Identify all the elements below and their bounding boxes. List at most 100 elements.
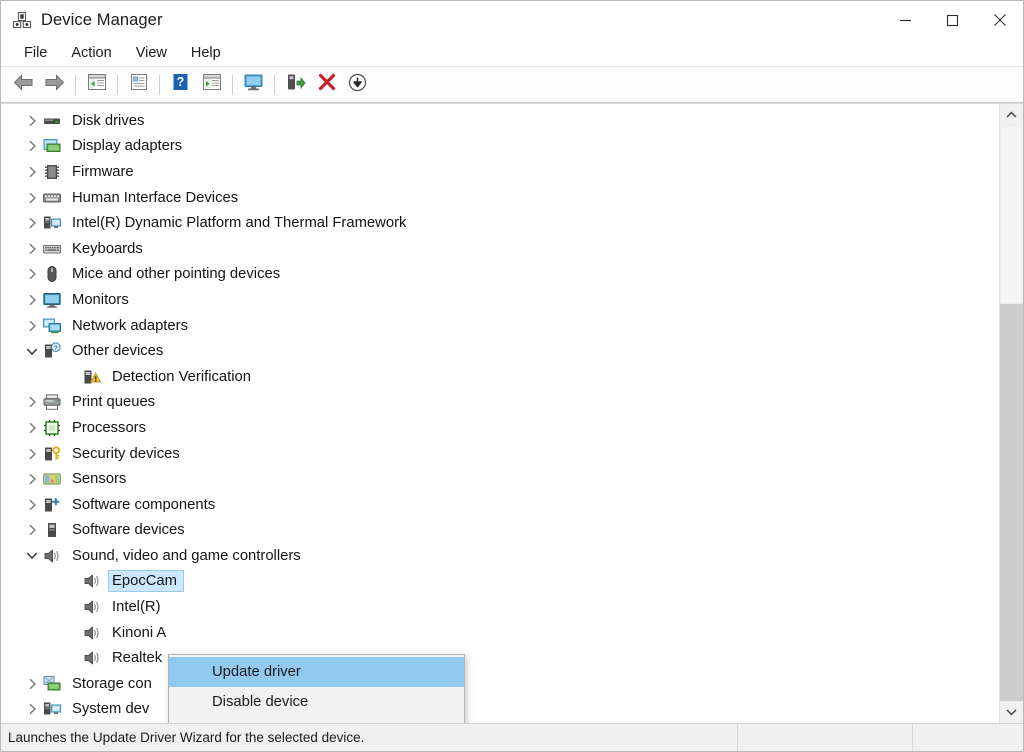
status-panel-tertiary xyxy=(913,724,1023,751)
tree-item[interactable]: Mice and other pointing devices xyxy=(1,262,999,288)
tree-item[interactable]: Sound, video and game controllers xyxy=(1,543,999,569)
vertical-scrollbar[interactable] xyxy=(999,104,1023,723)
chevron-right-icon[interactable] xyxy=(21,678,43,690)
storage-controller-icon xyxy=(43,675,65,693)
chevron-right-icon[interactable] xyxy=(21,115,43,127)
toolbar-separator xyxy=(75,74,76,95)
scan-for-hardware-changes-button[interactable] xyxy=(239,71,268,99)
tree-item[interactable]: Human Interface Devices xyxy=(1,185,999,211)
tree-item[interactable]: Sensors xyxy=(1,466,999,492)
chevron-right-icon[interactable] xyxy=(21,166,43,178)
tree-item[interactable]: Realtek xyxy=(1,645,999,671)
chevron-right-icon[interactable] xyxy=(21,524,43,536)
red-x-icon xyxy=(318,73,336,96)
properties-page-icon xyxy=(129,73,149,96)
tree-item[interactable]: Intel(R) Dynamic Platform and Thermal Fr… xyxy=(1,210,999,236)
forward-arrow-icon xyxy=(44,73,65,96)
tree-item[interactable]: Display adapters xyxy=(1,134,999,160)
context-menu-item[interactable]: Uninstall device xyxy=(169,717,464,723)
status-message: Launches the Update Driver Wizard for th… xyxy=(1,724,738,751)
scrollbar-thumb[interactable] xyxy=(1000,126,1023,304)
context-menu-item[interactable]: Disable device xyxy=(169,687,464,717)
toolbar-separator xyxy=(274,74,275,95)
device-manager-window: Device Manager File Action View Help ? D… xyxy=(0,0,1024,752)
uninstall-device-button[interactable] xyxy=(312,71,341,99)
chevron-right-icon[interactable] xyxy=(21,473,43,485)
back-arrow-icon xyxy=(13,73,34,96)
svg-text:?: ? xyxy=(177,75,185,89)
tree-item[interactable]: Intel(R) xyxy=(1,594,999,620)
warning-device-icon xyxy=(83,368,105,386)
chevron-down-icon[interactable] xyxy=(21,347,43,356)
tree-item[interactable]: Network adapters xyxy=(1,313,999,339)
context-menu[interactable]: Update driverDisable deviceUninstall dev… xyxy=(168,654,465,723)
title-bar-left: Device Manager xyxy=(1,10,163,30)
scroll-up-button[interactable] xyxy=(1000,104,1023,126)
chevron-right-icon[interactable] xyxy=(21,448,43,460)
chevron-right-icon[interactable] xyxy=(21,140,43,152)
tree-item[interactable]: Firmware xyxy=(1,159,999,185)
menu-action[interactable]: Action xyxy=(60,42,122,64)
tree-item[interactable]: Print queues xyxy=(1,390,999,416)
back-button[interactable] xyxy=(9,71,38,99)
tree-item[interactable]: Software devices xyxy=(1,518,999,544)
chevron-right-icon[interactable] xyxy=(21,294,43,306)
tree-item[interactable]: EpocCam xyxy=(1,569,999,595)
forward-button[interactable] xyxy=(40,71,69,99)
system-device-icon xyxy=(43,214,65,232)
tree-item-label: Detection Verification xyxy=(112,368,252,385)
menu-help[interactable]: Help xyxy=(180,42,232,64)
disk-drive-icon xyxy=(43,112,65,130)
chevron-right-icon[interactable] xyxy=(21,217,43,229)
show-hide-console-tree-button[interactable] xyxy=(82,71,111,99)
tree-item[interactable]: Detection Verification xyxy=(1,364,999,390)
maximize-button[interactable] xyxy=(929,1,976,39)
show-hide-action-pane-button[interactable] xyxy=(197,71,226,99)
scan-monitor-icon xyxy=(243,73,265,97)
scroll-down-button[interactable] xyxy=(1000,701,1023,723)
device-tree[interactable]: Disk drives Display adapters Firmware Human… xyxy=(1,104,999,723)
scrollbar-track[interactable] xyxy=(1000,126,1023,701)
context-menu-item[interactable]: Update driver xyxy=(169,657,464,687)
chevron-right-icon[interactable] xyxy=(21,243,43,255)
disable-device-button[interactable] xyxy=(343,71,372,99)
hid-icon xyxy=(43,189,65,207)
chevron-right-icon[interactable] xyxy=(21,268,43,280)
help-button[interactable]: ? xyxy=(166,71,195,99)
tree-item-label: Storage con xyxy=(72,675,152,692)
chevron-right-icon[interactable] xyxy=(21,320,43,332)
chevron-down-icon[interactable] xyxy=(21,551,43,560)
chevron-right-icon[interactable] xyxy=(21,499,43,511)
tree-item[interactable]: Disk drives xyxy=(1,108,999,134)
chevron-right-icon[interactable] xyxy=(21,192,43,204)
console-tree-icon xyxy=(87,73,107,96)
tree-item[interactable]: System dev xyxy=(1,697,999,723)
tree-item[interactable]: Kinoni A xyxy=(1,620,999,646)
tree-item-label: Software devices xyxy=(72,522,185,539)
menu-view[interactable]: View xyxy=(125,42,178,64)
tree-item[interactable]: Software components xyxy=(1,492,999,518)
menu-bar: File Action View Help xyxy=(1,39,1023,67)
properties-button[interactable] xyxy=(124,71,153,99)
tree-item[interactable]: Processors xyxy=(1,415,999,441)
tree-item-label: Sensors xyxy=(72,471,127,488)
tree-item[interactable]: Security devices xyxy=(1,441,999,467)
update-driver-button[interactable] xyxy=(281,71,310,99)
tree-item-label: Monitors xyxy=(72,291,129,308)
tree-item[interactable]: Storage con xyxy=(1,671,999,697)
tree-item[interactable]: Monitors xyxy=(1,287,999,313)
printer-icon xyxy=(43,393,65,411)
minimize-button[interactable] xyxy=(882,1,929,39)
tree-item[interactable]: ? Other devices xyxy=(1,338,999,364)
menu-file[interactable]: File xyxy=(13,42,58,64)
title-bar: Device Manager xyxy=(1,1,1023,39)
toolbar-separator xyxy=(159,74,160,95)
tree-item[interactable]: Keyboards xyxy=(1,236,999,262)
chevron-right-icon[interactable] xyxy=(21,396,43,408)
chevron-right-icon[interactable] xyxy=(21,703,43,715)
chevron-right-icon[interactable] xyxy=(21,422,43,434)
tree-item[interactable]: Universal Se xyxy=(1,722,999,723)
close-button[interactable] xyxy=(976,1,1023,39)
speaker-icon xyxy=(83,598,105,616)
window-title: Device Manager xyxy=(41,10,163,29)
